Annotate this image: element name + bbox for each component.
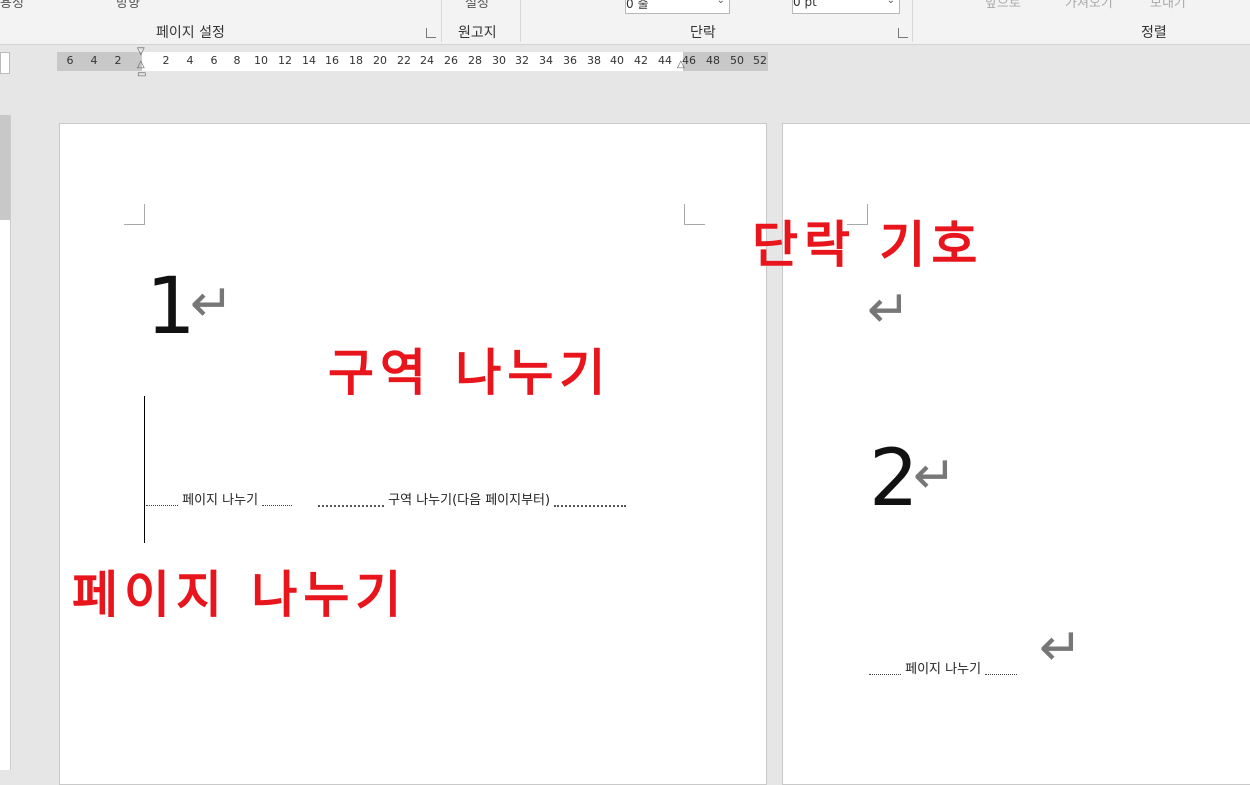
paragraph-mark-icon: ↵	[190, 274, 234, 334]
ruler-tick: 16	[325, 54, 339, 67]
chevron-down-icon[interactable]: ⌄	[717, 0, 725, 6]
ruler-tick: 6	[66, 54, 74, 67]
group-separator	[520, 0, 521, 42]
ruler-tick: 6	[210, 54, 218, 67]
ribbon-cut-text[interactable]: 용정	[0, 0, 24, 11]
ribbon: 용정 방향 설정 페이지 설정 원고지 0 줄 ⌄ 0 pt ⌄ 단락 앞으로 …	[0, 0, 1250, 45]
paragraph-launcher-icon[interactable]	[898, 28, 908, 38]
annotation-section-break: 구역 나누기	[328, 344, 612, 402]
bring-forward-button[interactable]: 앞으로	[985, 0, 1021, 11]
paragraph-mark-icon: ↵	[867, 280, 911, 340]
group-label-manuscript: 원고지	[458, 25, 497, 41]
group-label-arrange: 정렬	[1141, 25, 1167, 41]
ruler-tick: 24	[420, 54, 434, 67]
send-button[interactable]: 모내기	[1150, 0, 1186, 11]
page-break-label: 페이지 나누기	[905, 662, 982, 677]
spacing-before-value: 0 줄	[626, 0, 649, 11]
ruler-tick: 38	[587, 54, 601, 67]
vertical-ruler[interactable]	[0, 115, 11, 770]
spacing-after-value: 0 pt	[793, 0, 817, 9]
section-break-label: 구역 나누기(다음 페이지부터)	[388, 493, 551, 508]
annotation-paragraph-mark: 단락 기호	[752, 216, 984, 274]
paragraph-text-1[interactable]: 1	[146, 268, 196, 346]
first-line-indent-icon[interactable]: ▽	[137, 46, 145, 57]
ribbon-cut-text[interactable]: 방향	[116, 0, 140, 11]
ruler-tick: 50	[730, 54, 744, 67]
paragraph-mark-icon: ↵	[913, 446, 957, 506]
ruler-tick: 22	[397, 54, 411, 67]
vertical-ruler-top-margin	[0, 115, 10, 220]
dotted-leader	[146, 495, 178, 506]
ruler-tick: 40	[610, 54, 624, 67]
ruler-tick: 18	[349, 54, 363, 67]
ruler-tick: 36	[563, 54, 577, 67]
page-break-label: 페이지 나누기	[182, 493, 259, 508]
ruler-tick: 8	[233, 54, 241, 67]
ruler-tick: 10	[254, 54, 268, 67]
ruler-tick: 30	[492, 54, 506, 67]
crop-mark	[684, 204, 705, 225]
ruler-tick: 4	[186, 54, 194, 67]
ruler-tick: 12	[278, 54, 292, 67]
page-setup-launcher-icon[interactable]	[426, 28, 436, 38]
horizontal-ruler[interactable]: 6 4 2 2 4 6 8 10 12 14 16 18 20 22 24 26…	[57, 46, 768, 80]
dotted-leader	[985, 664, 1018, 675]
section-break-marker[interactable]: 구역 나누기(다음 페이지부터)	[318, 493, 627, 509]
tab-selector[interactable]	[0, 52, 10, 74]
page-break-marker[interactable]: 페이지 나누기	[146, 493, 293, 509]
ruler-tick: 32	[515, 54, 529, 67]
ruler-tick: 42	[634, 54, 648, 67]
ruler-tick: 2	[114, 54, 122, 67]
paragraph-text-2[interactable]: 2	[869, 440, 919, 518]
ruler-area: 6 4 2 2 4 6 8 10 12 14 16 18 20 22 24 26…	[0, 45, 1250, 85]
dotted-leader	[318, 495, 384, 507]
group-separator	[441, 0, 442, 42]
spacing-before-spinner[interactable]: 0 줄 ⌄	[625, 0, 730, 14]
spacing-after-spinner[interactable]: 0 pt ⌄	[792, 0, 900, 14]
group-label-page-setup: 페이지 설정	[156, 25, 225, 41]
ruler-tick: 20	[373, 54, 387, 67]
ruler-tick: 44	[658, 54, 672, 67]
group-separator	[912, 0, 913, 42]
ruler-tick: 48	[706, 54, 720, 67]
paragraph-mark-icon: ↵	[1039, 618, 1083, 678]
dotted-leader	[869, 664, 901, 675]
dotted-leader	[554, 495, 627, 507]
ruler-tick: 14	[302, 54, 316, 67]
chevron-down-icon[interactable]: ⌄	[887, 0, 895, 6]
ruler-tick: 34	[539, 54, 553, 67]
group-label-paragraph: 단락	[690, 25, 716, 41]
ruler-tick: 4	[90, 54, 98, 67]
page-1[interactable]: 1 ↵ 페이지 나누기 구역 나누기(다음 페이지부터)	[59, 123, 767, 785]
right-indent-icon[interactable]: △	[677, 59, 685, 70]
ruler-tick: 28	[468, 54, 482, 67]
page-break-marker[interactable]: 페이지 나누기	[869, 662, 1018, 678]
ruler-tick: 52	[753, 54, 767, 67]
crop-mark	[124, 204, 145, 225]
cursor-line	[144, 396, 145, 543]
ruler-tick: 2	[162, 54, 170, 67]
ruler-tick: 26	[444, 54, 458, 67]
left-indent-icon[interactable]: ▭	[137, 69, 146, 80]
annotation-page-break: 페이지 나누기	[72, 566, 408, 624]
dotted-leader	[262, 495, 293, 506]
ribbon-cut-text[interactable]: 설정	[465, 0, 489, 11]
import-button[interactable]: 가져오기	[1065, 0, 1113, 11]
